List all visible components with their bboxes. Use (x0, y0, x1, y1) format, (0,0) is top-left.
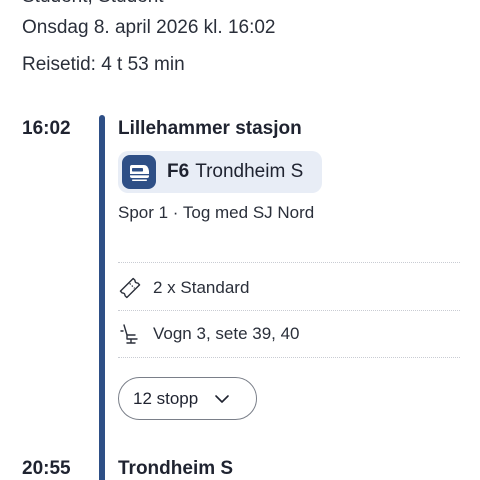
train-icon (122, 155, 156, 189)
platform-operator-info: Spor 1 · Tog med SJ Nord (118, 203, 315, 222)
journey-date: Onsdag 8. april 2026 kl. 16:02 (22, 17, 276, 38)
divider (118, 357, 460, 358)
divider (118, 310, 460, 311)
line-destination: Trondheim S (195, 161, 304, 182)
departure-station: Lillehammer stasjon (118, 118, 302, 139)
line-code: F6 (167, 161, 190, 182)
ticket-text: 2 x Standard (153, 278, 250, 297)
stops-label: 12 stopp (133, 388, 199, 408)
stops-toggle-button[interactable]: 12 stopp (118, 377, 257, 420)
ticket-icon (118, 276, 144, 300)
divider (118, 262, 460, 263)
chevron-down-icon (214, 394, 230, 404)
ticket-row: 2 x Standard (118, 276, 249, 300)
seat-row: Vogn 3, sete 39, 40 (118, 322, 300, 346)
arrival-time: 20:55 (22, 458, 71, 479)
departure-time: 16:02 (22, 118, 71, 139)
journey-duration: Reisetid: 4 t 53 min (22, 54, 185, 75)
seat-icon (118, 322, 144, 346)
timeline-bar (99, 115, 105, 480)
seat-text: Vogn 3, sete 39, 40 (153, 324, 300, 343)
arrival-station: Trondheim S (118, 458, 234, 479)
passenger-line: Student, Student (22, 0, 164, 8)
line-chip: F6 Trondheim S (118, 151, 322, 193)
